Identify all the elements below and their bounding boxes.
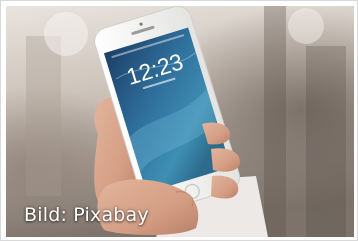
- image-frame: 12:23 Bild: Pixabay: [0, 0, 358, 241]
- image-credit-caption: Bild: Pixabay: [24, 204, 149, 226]
- smartphone-photo: 12:23: [6, 6, 354, 237]
